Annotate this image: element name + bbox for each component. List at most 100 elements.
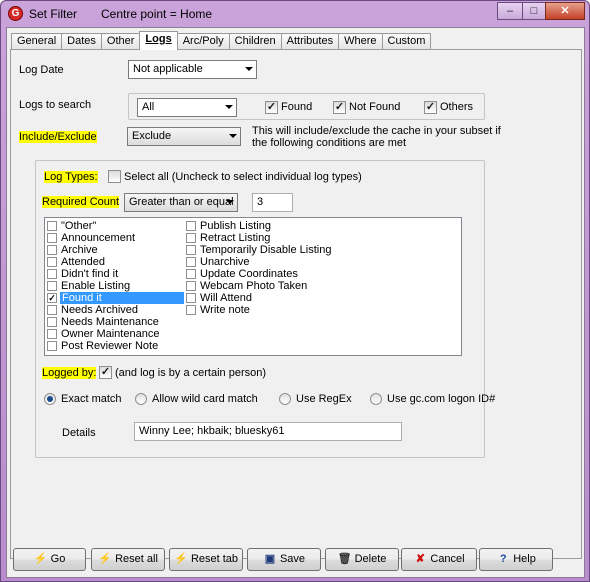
dialog-body: General Dates Other Logs Arc/Poly Childr… [6, 27, 585, 578]
log-type-label: Attended [61, 256, 106, 268]
close-button[interactable]: ✕ [545, 2, 585, 20]
reset-all-label: Reset all [115, 553, 158, 565]
chevron-down-icon [245, 67, 253, 71]
include-exclude-note-2: the following conditions are met [252, 137, 407, 149]
log-type-checkbox[interactable] [186, 281, 196, 291]
reset-tab-button[interactable]: ⚡ Reset tab [169, 548, 243, 571]
tab-dates[interactable]: Dates [61, 33, 102, 50]
details-input[interactable]: Winny Lee; hkbaik; bluesky61 [134, 422, 402, 441]
log-type-checkbox[interactable] [47, 317, 57, 327]
log-type-label: Needs Maintenance [61, 316, 159, 328]
delete-label: Delete [354, 553, 387, 565]
logged-by-checkbox[interactable]: ✓ [99, 366, 112, 379]
reset-all-button[interactable]: ⚡ Reset all [91, 548, 165, 571]
not-found-checkbox[interactable]: ✓ [333, 101, 346, 114]
log-type-list[interactable]: "Other" Announcement Archive Attended Di… [44, 217, 462, 356]
include-exclude-note-1: This will include/exclude the cache in y… [252, 125, 501, 137]
wildcard-match-radio[interactable] [135, 393, 147, 405]
chevron-down-icon [229, 134, 237, 138]
maximize-button[interactable]: □ [522, 2, 546, 20]
others-checkbox[interactable]: ✓ [424, 101, 437, 114]
log-type-checkbox[interactable] [47, 329, 57, 339]
log-type-label: Update Coordinates [200, 268, 298, 280]
log-date-select[interactable]: Not applicable [128, 60, 257, 79]
tab-children[interactable]: Children [228, 33, 282, 50]
log-type-checkbox[interactable] [186, 245, 196, 255]
help-button[interactable]: ? Help [479, 548, 553, 571]
log-type-label: Will Attend [200, 292, 252, 304]
log-type-label: Needs Archived [61, 304, 139, 316]
include-exclude-label: Include/Exclude [19, 131, 97, 143]
save-label: Save [279, 553, 306, 565]
log-type-checkbox[interactable] [47, 221, 57, 231]
log-type-label: Unarchive [200, 256, 250, 268]
include-exclude-select[interactable]: Exclude [127, 127, 241, 146]
log-type-checkbox[interactable] [186, 269, 196, 279]
gsak-icon[interactable]: G [8, 6, 23, 21]
found-label: Found [281, 101, 313, 113]
gc-logon-id-label: Use gc.com logon ID# [387, 393, 496, 405]
log-type-checkbox[interactable] [47, 233, 57, 243]
lightning-icon: ⚡ [98, 553, 112, 565]
question-mark-icon: ? [499, 553, 507, 565]
filter-window: G Set Filter Centre point = Home – □ ✕ G… [0, 0, 590, 582]
tab-other[interactable]: Other [100, 33, 141, 50]
exact-match-label: Exact match [61, 393, 122, 405]
logs-to-search-label: Logs to search [19, 99, 92, 111]
required-count-input[interactable]: 3 [252, 193, 293, 212]
tab-logs[interactable]: Logs [139, 31, 178, 50]
log-type-checkbox[interactable] [186, 257, 196, 267]
tab-general[interactable]: General [11, 33, 63, 50]
log-types-label: Log Types: [44, 171, 98, 183]
logs-to-search-select[interactable]: All [137, 98, 237, 117]
include-exclude-value: Exclude [132, 130, 172, 142]
log-type-label: Owner Maintenance [61, 328, 160, 340]
logs-tab-panel: Log Date Not applicable Logs to search A… [10, 49, 582, 559]
exact-match-radio[interactable] [44, 393, 56, 405]
required-count-operator-select[interactable]: Greater than or equal [124, 193, 238, 212]
window-subtitle: Centre point = Home [101, 7, 213, 21]
log-type-checkbox[interactable] [186, 293, 196, 303]
tab-custom[interactable]: Custom [381, 33, 432, 50]
tab-attributes[interactable]: Attributes [280, 33, 340, 50]
details-label: Details [62, 427, 96, 439]
log-type-checkbox[interactable]: ✓ [47, 293, 57, 303]
delete-button[interactable]: 🗑 Delete [325, 548, 399, 571]
log-type-checkbox[interactable] [47, 341, 57, 351]
logged-by-label: Logged by: [42, 367, 97, 379]
go-label: Go [50, 553, 66, 565]
log-type-checkbox[interactable] [47, 305, 57, 315]
minimize-button[interactable]: – [497, 2, 523, 20]
trash-icon: 🗑 [337, 553, 352, 565]
found-checkbox[interactable]: ✓ [265, 101, 278, 114]
tab-arc-poly[interactable]: Arc/Poly [176, 33, 230, 50]
not-found-label: Not Found [349, 101, 401, 113]
logs-to-search-value: All [142, 101, 155, 113]
gc-logon-id-radio[interactable] [370, 393, 382, 405]
log-type-checkbox[interactable] [186, 221, 196, 231]
log-type-checkbox[interactable] [186, 305, 196, 315]
use-regex-radio[interactable] [279, 393, 291, 405]
reset-tab-label: Reset tab [190, 553, 239, 565]
red-x-icon: ✘ [415, 553, 425, 565]
save-button[interactable]: ▣ Save [247, 548, 321, 571]
log-type-label: Archive [61, 244, 98, 256]
log-type-label: Enable Listing [61, 280, 131, 292]
tab-where[interactable]: Where [338, 33, 383, 50]
go-button[interactable]: ⚡ Go [13, 548, 86, 571]
log-type-label: Webcam Photo Taken [200, 280, 308, 292]
log-type-checkbox[interactable] [47, 269, 57, 279]
select-all-checkbox[interactable] [108, 170, 121, 183]
log-type-checkbox[interactable] [47, 257, 57, 267]
log-type-label: "Other" [61, 220, 97, 232]
title-bar[interactable]: G Set Filter Centre point = Home – □ ✕ [1, 1, 589, 27]
log-date-label: Log Date [19, 64, 64, 76]
floppy-disk-icon: ▣ [264, 553, 276, 565]
log-type-checkbox[interactable] [186, 233, 196, 243]
log-type-checkbox[interactable] [47, 245, 57, 255]
wildcard-match-label: Allow wild card match [152, 393, 258, 405]
cancel-button[interactable]: ✘ Cancel [401, 548, 477, 571]
log-type-checkbox[interactable] [47, 281, 57, 291]
chevron-down-icon [225, 105, 233, 109]
log-type-label: Write note [200, 304, 250, 316]
